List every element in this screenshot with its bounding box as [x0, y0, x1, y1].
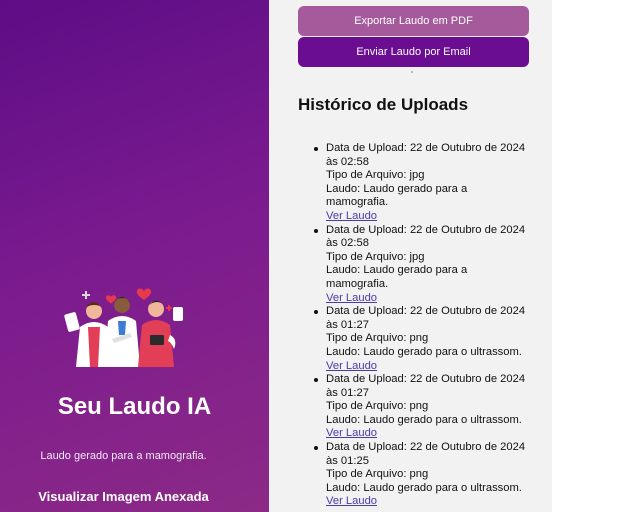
upload-history-list: Data de Upload: 22 de Outubro de 2024 às…: [314, 142, 526, 509]
brand-subtitle: Laudo gerado para a mamografia.: [40, 450, 207, 462]
view-report-link[interactable]: Ver Laudo: [326, 495, 377, 507]
view-attached-image-link[interactable]: Visualizar Imagem Anexada: [0, 489, 247, 504]
list-item: Data de Upload: 22 de Outubro de 2024 às…: [314, 142, 526, 224]
file-type: Tipo de Arquivo: png: [326, 332, 429, 345]
file-type: Tipo de Arquivo: jpg: [326, 169, 425, 182]
list-item: Data de Upload: 22 de Outubro de 2024 às…: [314, 441, 526, 509]
upload-date: Data de Upload: 22 de Outubro de 2024 às…: [326, 373, 526, 399]
history-title: Histórico de Uploads: [298, 95, 469, 114]
page-background: [552, 0, 624, 512]
upload-date: Data de Upload: 22 de Outubro de 2024 às…: [326, 305, 526, 331]
list-item: Data de Upload: 22 de Outubro de 2024 às…: [314, 305, 526, 373]
view-report-link[interactable]: Ver Laudo: [326, 427, 377, 439]
file-type: Tipo de Arquivo: jpg: [326, 250, 425, 263]
brand-title: Seu Laudo IA: [57, 393, 212, 420]
report-text: Laudo: Laudo gerado para o ultrassom.: [326, 345, 522, 358]
export-pdf-button[interactable]: Exportar Laudo em PDF: [298, 6, 529, 36]
upload-date: Data de Upload: 22 de Outubro de 2024 às…: [326, 142, 526, 168]
divider-dot: [411, 71, 413, 73]
view-report-link[interactable]: Ver Laudo: [326, 360, 377, 372]
list-item: Data de Upload: 22 de Outubro de 2024 às…: [314, 373, 526, 441]
brand-panel: Seu Laudo IA Laudo gerado para a mamogra…: [0, 0, 269, 512]
view-report-link[interactable]: Ver Laudo: [326, 292, 377, 304]
report-text: Laudo: Laudo gerado para o ultrassom.: [326, 481, 522, 494]
file-type: Tipo de Arquivo: png: [326, 468, 429, 481]
list-item: Data de Upload: 22 de Outubro de 2024 às…: [314, 223, 526, 306]
view-report-link[interactable]: Ver Laudo: [326, 210, 377, 222]
history-panel: Exportar Laudo em PDF Enviar Laudo por E…: [269, 0, 552, 512]
report-text: Laudo: Laudo gerado para o ultrassom.: [326, 413, 522, 426]
send-email-button[interactable]: Enviar Laudo por Email: [298, 37, 529, 67]
medical-team-illustration: [64, 288, 183, 367]
upload-date: Data de Upload: 22 de Outubro de 2024 às…: [326, 223, 526, 250]
report-text: Laudo: Laudo gerado para a mamografia.: [326, 182, 468, 209]
upload-date: Data de Upload: 22 de Outubro de 2024 às…: [326, 441, 526, 467]
report-text: Laudo: Laudo gerado para a mamografia.: [326, 264, 468, 290]
file-type: Tipo de Arquivo: png: [326, 400, 429, 413]
